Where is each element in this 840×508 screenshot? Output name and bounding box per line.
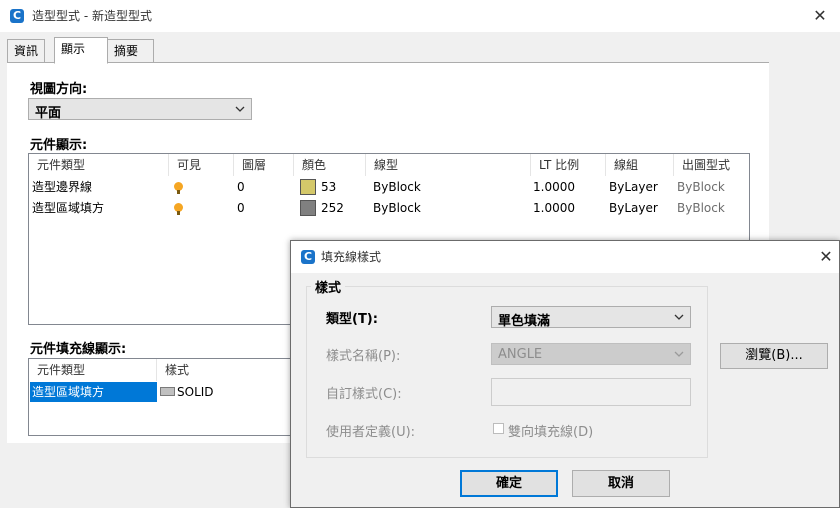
column-header[interactable]: 出圖型式 xyxy=(674,154,749,176)
view-direction-label: 視圖方向: xyxy=(30,82,88,97)
window-titlebar: C 造型型式 - 新造型型式 ✕ xyxy=(0,0,840,32)
column-header[interactable]: 顏色 xyxy=(294,154,366,176)
table-row-type[interactable]: 造型邊界線 xyxy=(32,177,92,197)
table-row-lt-scale[interactable]: 1.0000 xyxy=(533,198,575,218)
ok-button[interactable]: 確定 xyxy=(460,470,558,497)
chevron-down-icon xyxy=(674,351,684,357)
column-header[interactable]: 元件類型 xyxy=(29,359,157,381)
table-row-type[interactable]: 造型區域填方 xyxy=(30,382,157,402)
view-direction-dropdown[interactable]: 平面 xyxy=(28,98,252,121)
table-row-linetype[interactable]: ByBlock xyxy=(373,177,421,197)
hatch-display-label: 元件填充線顯示: xyxy=(30,342,127,357)
lightbulb-icon[interactable] xyxy=(174,182,183,194)
custom-pattern-label: 自訂樣式(C): xyxy=(326,387,402,402)
browse-button[interactable]: 瀏覽(B)... xyxy=(720,343,828,369)
dialog-titlebar: C 填充線樣式 ✕ xyxy=(291,241,839,273)
pattern-name-label: 樣式名稱(P): xyxy=(326,349,401,364)
table-row-plot-style[interactable]: ByBlock xyxy=(677,177,725,197)
style-group-label: 樣式 xyxy=(311,277,346,296)
table-row-layer[interactable]: 0 xyxy=(237,177,245,197)
close-icon[interactable]: ✕ xyxy=(810,6,830,26)
custom-pattern-input[interactable] xyxy=(491,378,691,406)
table-row-style[interactable]: SOLID xyxy=(177,382,214,402)
table-row-color[interactable]: 252 xyxy=(321,198,344,218)
tab-summary[interactable]: 摘要 xyxy=(107,39,154,63)
tab-info[interactable]: 資訊 xyxy=(7,39,46,63)
table-row-lt-scale[interactable]: 1.0000 xyxy=(533,177,575,197)
cancel-button[interactable]: 取消 xyxy=(572,470,670,497)
user-defined-label: 使用者定義(U): xyxy=(326,425,416,440)
column-header[interactable]: 線組 xyxy=(606,154,674,176)
type-dropdown[interactable]: 單色填滿 xyxy=(491,306,691,329)
type-value: 單色填滿 xyxy=(498,314,551,329)
dialog-title: 填充線樣式 xyxy=(321,250,382,264)
close-icon[interactable]: ✕ xyxy=(816,247,836,267)
hatch-pattern-dialog: C 填充線樣式 ✕ 樣式 類型(T): 單色填滿 樣式名稱(P): ANGLE … xyxy=(290,240,840,508)
chevron-down-icon xyxy=(674,314,684,320)
table-row-color[interactable]: 53 xyxy=(321,177,336,197)
column-header[interactable]: 圖層 xyxy=(234,154,294,176)
color-swatch[interactable] xyxy=(300,179,316,195)
component-display-label: 元件顯示: xyxy=(30,138,88,153)
table-row-lineweight[interactable]: ByLayer xyxy=(609,177,658,197)
table-row-layer[interactable]: 0 xyxy=(237,198,245,218)
table-row-lineweight[interactable]: ByLayer xyxy=(609,198,658,218)
tab-display[interactable]: 顯示 xyxy=(54,37,108,64)
window-title: 造型型式 - 新造型型式 xyxy=(32,9,152,23)
table-row-type[interactable]: 造型區域填方 xyxy=(32,198,104,218)
hatch-swatch xyxy=(160,387,175,396)
column-header[interactable]: 元件類型 xyxy=(29,154,169,176)
app-icon: C xyxy=(10,9,24,23)
pattern-name-value: ANGLE xyxy=(498,347,543,362)
column-header[interactable]: 線型 xyxy=(366,154,531,176)
color-swatch[interactable] xyxy=(300,200,316,216)
column-header[interactable]: 可見 xyxy=(169,154,234,176)
table-row-plot-style[interactable]: ByBlock xyxy=(677,198,725,218)
pattern-name-dropdown[interactable]: ANGLE xyxy=(491,343,691,365)
app-icon: C xyxy=(301,250,315,264)
type-label: 類型(T): xyxy=(326,312,378,327)
lightbulb-icon[interactable] xyxy=(174,203,183,215)
view-direction-value: 平面 xyxy=(35,106,62,121)
column-header[interactable]: LT 比例 xyxy=(531,154,606,176)
double-hatch-label: 雙向填充線(D) xyxy=(508,425,594,440)
table-row-linetype[interactable]: ByBlock xyxy=(373,198,421,218)
double-hatch-checkbox[interactable] xyxy=(493,423,504,434)
chevron-down-icon xyxy=(235,106,245,112)
